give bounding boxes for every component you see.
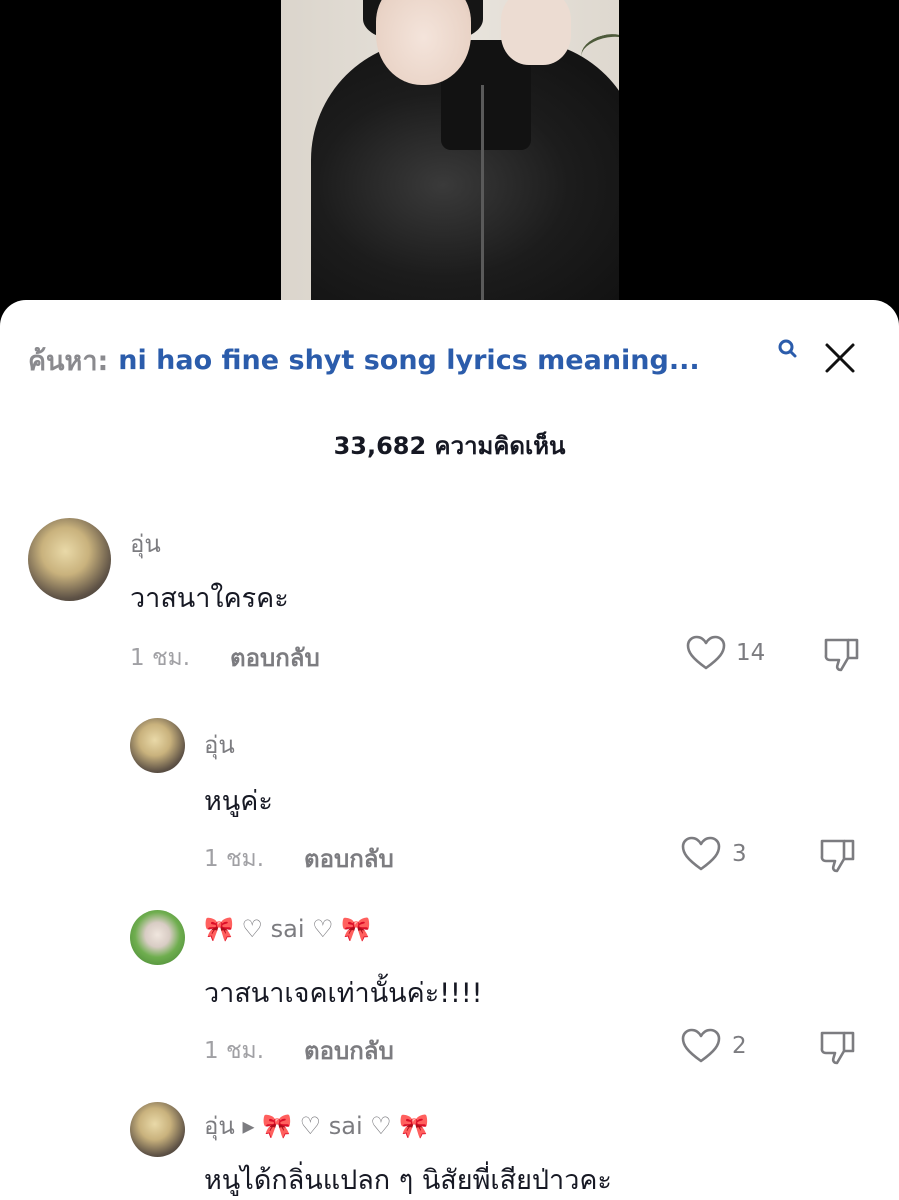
heart-icon[interactable] bbox=[686, 635, 726, 671]
reply-item: อุ่น หนูค่ะ 1 ชม. ตอบกลับ 3 bbox=[0, 715, 899, 885]
comment-text: หนูค่ะ bbox=[204, 786, 273, 817]
avatar[interactable] bbox=[130, 910, 185, 965]
comment-text: หนูได้กลิ่นแปลก ๆ นิสัยพี่เสียป่าวคะ bbox=[204, 1165, 612, 1196]
reply-button[interactable]: ตอบกลับ bbox=[304, 1031, 394, 1070]
avatar[interactable] bbox=[130, 718, 185, 773]
dislike-icon[interactable] bbox=[818, 1027, 858, 1067]
comment-time: 1 ชม. bbox=[204, 1038, 265, 1064]
video-frame-zipper bbox=[481, 85, 484, 305]
like-count: 2 bbox=[732, 1033, 747, 1059]
reply-item: 🎀 ♡ sai ♡ 🎀 วาสนาเจคเท่านั้นค่ะ!!!! 1 ชม… bbox=[0, 907, 899, 1077]
comment-text: วาสนาใครคะ bbox=[130, 583, 289, 614]
comment-username[interactable]: อุ่น bbox=[204, 725, 235, 764]
dislike-icon[interactable] bbox=[822, 634, 862, 674]
heart-icon[interactable] bbox=[681, 1028, 721, 1064]
comment-time: 1 ชม. bbox=[130, 645, 191, 671]
like-count: 3 bbox=[732, 841, 747, 867]
comment-text: วาสนาเจคเท่านั้นค่ะ!!!! bbox=[204, 978, 483, 1009]
comment-username[interactable]: 🎀 ♡ sai ♡ 🎀 bbox=[204, 915, 371, 943]
video-player[interactable] bbox=[281, 0, 619, 305]
video-frame-plant bbox=[577, 29, 619, 71]
search-query-link[interactable]: ni hao fine shyt song lyrics meaning... bbox=[118, 345, 699, 376]
reply-item: อุ่น ▸ 🎀 ♡ sai ♡ 🎀 หนูได้กลิ่นแปลก ๆ นิส… bbox=[0, 1100, 899, 1200]
search-suggestion[interactable]: ค้นหา: ni hao fine shyt song lyrics mean… bbox=[28, 338, 868, 382]
dislike-icon[interactable] bbox=[818, 835, 858, 875]
avatar[interactable] bbox=[28, 518, 111, 601]
like-count: 14 bbox=[736, 640, 766, 666]
comments-sheet: ค้นหา: ni hao fine shyt song lyrics mean… bbox=[0, 300, 899, 1200]
reply-button[interactable]: ตอบกลับ bbox=[304, 839, 394, 878]
comment-count: 33,682 ความคิดเห็น bbox=[333, 432, 566, 460]
heart-icon[interactable] bbox=[681, 836, 721, 872]
avatar[interactable] bbox=[130, 1102, 185, 1157]
comment-item: อุ่น วาสนาใครคะ 1 ชม. ตอบกลับ 14 bbox=[0, 510, 899, 680]
comment-username[interactable]: อุ่น ▸ 🎀 ♡ sai ♡ 🎀 bbox=[204, 1106, 429, 1145]
comment-username[interactable]: อุ่น bbox=[130, 524, 161, 563]
video-frame-hand bbox=[501, 0, 571, 65]
reply-button[interactable]: ตอบกลับ bbox=[230, 638, 320, 677]
close-icon[interactable] bbox=[824, 342, 856, 374]
search-icon[interactable] bbox=[776, 338, 800, 362]
comment-time: 1 ชม. bbox=[204, 846, 265, 872]
search-prefix: ค้นหา: bbox=[28, 345, 109, 377]
